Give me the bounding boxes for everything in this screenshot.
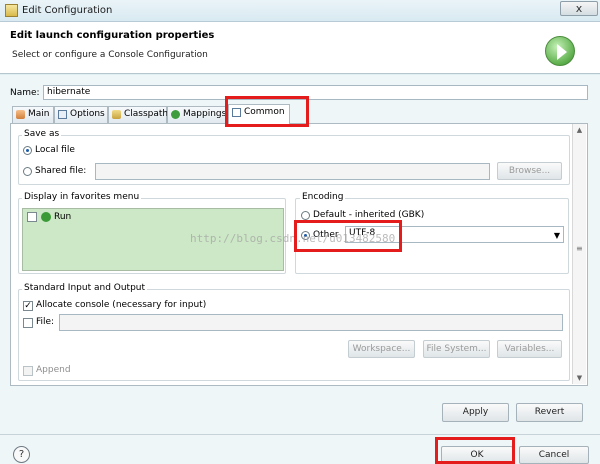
tab-mappings[interactable]: Mappings xyxy=(167,106,226,123)
name-input[interactable]: hibernate xyxy=(43,85,588,100)
tab-main-label: Main xyxy=(28,109,50,119)
encoding-title: Encoding xyxy=(300,192,346,202)
tab-classpath[interactable]: Classpath xyxy=(108,106,169,123)
app-icon xyxy=(5,4,18,17)
local-file-radio[interactable] xyxy=(23,146,32,155)
main-tab-icon xyxy=(16,110,25,119)
workspace-button[interactable]: Workspace... xyxy=(348,340,415,358)
help-icon[interactable]: ? xyxy=(13,446,30,463)
header-subtitle: Select or configure a Console Configurat… xyxy=(12,50,208,60)
local-file-label: Local file xyxy=(35,145,75,155)
revert-button[interactable]: Revert xyxy=(516,403,583,422)
highlight-encoding-other xyxy=(294,220,402,252)
classpath-tab-icon xyxy=(112,110,121,119)
encoding-default-radio[interactable] xyxy=(301,211,310,220)
shared-file-radio[interactable] xyxy=(23,167,32,176)
append-label: Append xyxy=(36,365,71,375)
favorites-title: Display in favorites menu xyxy=(22,192,142,202)
allocate-console-label: Allocate console (necessary for input) xyxy=(36,300,207,310)
tab-options-label: Options xyxy=(70,109,105,119)
scroll-up-icon[interactable]: ▲ xyxy=(575,126,584,134)
footer-separator xyxy=(0,434,600,435)
tab-main[interactable]: Main xyxy=(12,106,54,123)
chevron-down-icon: ▼ xyxy=(553,231,560,240)
content-scrollbar[interactable]: ▲ ≡ ▼ xyxy=(572,124,586,384)
close-button[interactable]: x xyxy=(560,1,598,16)
dialog-header: Edit launch configuration properties Sel… xyxy=(0,22,600,74)
file-checkbox[interactable] xyxy=(23,318,33,328)
window-title: Edit Configuration xyxy=(22,5,113,16)
file-label: File: xyxy=(36,317,55,327)
highlight-common-tab xyxy=(225,96,309,127)
save-as-title: Save as xyxy=(22,129,62,139)
options-tab-icon xyxy=(58,110,67,119)
mappings-tab-icon xyxy=(171,110,180,119)
append-checkbox[interactable] xyxy=(23,366,33,376)
scroll-down-icon[interactable]: ▼ xyxy=(575,374,584,382)
run-label: Run xyxy=(54,212,72,222)
run-checkbox[interactable] xyxy=(27,212,37,222)
cancel-button[interactable]: Cancel xyxy=(519,446,589,464)
run-small-icon xyxy=(41,212,51,222)
header-title: Edit launch configuration properties xyxy=(10,30,215,41)
variables-button[interactable]: Variables... xyxy=(497,340,562,358)
tab-options[interactable]: Options xyxy=(54,106,108,123)
shared-file-label: Shared file: xyxy=(35,166,87,176)
highlight-ok-button xyxy=(435,437,515,464)
shared-file-input[interactable] xyxy=(95,163,490,180)
encoding-default-label: Default - inherited (GBK) xyxy=(313,210,425,220)
tab-classpath-label: Classpath xyxy=(124,109,169,119)
io-title: Standard Input and Output xyxy=(22,283,148,293)
tab-mappings-label: Mappings xyxy=(183,109,227,119)
allocate-console-checkbox[interactable]: ✓ xyxy=(23,301,33,311)
file-system-button[interactable]: File System... xyxy=(423,340,490,358)
scroll-grip-icon: ≡ xyxy=(576,244,583,253)
apply-button[interactable]: Apply xyxy=(442,403,509,422)
browse-button[interactable]: Browse... xyxy=(497,162,562,180)
file-input[interactable] xyxy=(59,314,563,331)
name-label: Name: xyxy=(10,88,40,98)
title-bar: Edit Configuration x xyxy=(0,0,600,22)
run-icon xyxy=(545,36,575,66)
